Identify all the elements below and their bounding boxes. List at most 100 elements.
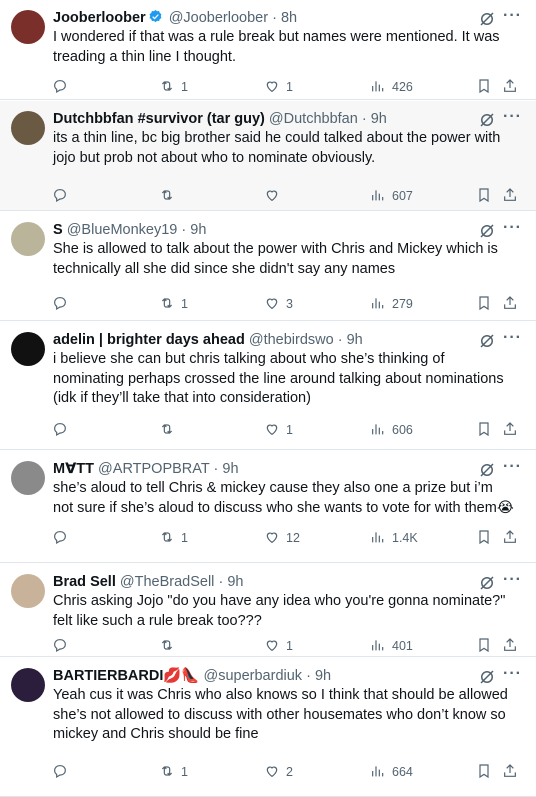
timestamp[interactable]: 9h xyxy=(190,222,206,238)
share-button[interactable] xyxy=(502,186,518,206)
views-button[interactable]: 1.4K xyxy=(370,528,418,548)
avatar[interactable] xyxy=(11,668,45,702)
retweet-button[interactable]: 1 xyxy=(159,762,188,782)
grok-icon[interactable] xyxy=(478,461,496,479)
timestamp[interactable]: 9h xyxy=(227,574,243,590)
tweet[interactable]: S @BlueMonkey19 · 9h ··· She is allowed … xyxy=(0,212,536,321)
avatar[interactable] xyxy=(11,10,45,44)
views-button[interactable]: 607 xyxy=(370,186,413,206)
retweet-button[interactable]: 1 xyxy=(159,77,188,97)
more-icon[interactable]: ··· xyxy=(503,7,522,25)
like-count: 12 xyxy=(286,531,300,545)
display-name[interactable]: adelin | brighter days ahead xyxy=(53,332,245,348)
like-button[interactable] xyxy=(264,186,286,206)
tweet-actions: 607 xyxy=(48,186,518,206)
user-handle[interactable]: @superbardiuk xyxy=(204,668,303,684)
bookmark-button[interactable] xyxy=(476,762,492,782)
timestamp[interactable]: 9h xyxy=(347,332,363,348)
more-icon[interactable]: ··· xyxy=(503,329,522,347)
reply-button[interactable] xyxy=(52,420,74,440)
share-icon xyxy=(502,78,518,97)
reply-button[interactable] xyxy=(52,294,74,314)
display-name[interactable]: Dutchbbfan #survivor (tar guy) xyxy=(53,111,265,127)
tweet[interactable]: Brad Sell @TheBradSell · 9h ··· Chris as… xyxy=(0,564,536,657)
views-button[interactable]: 401 xyxy=(370,636,413,656)
bookmark-button[interactable] xyxy=(476,77,492,97)
user-handle[interactable]: @TheBradSell xyxy=(120,574,215,590)
retweet-button[interactable]: 1 xyxy=(159,294,188,314)
bookmark-button[interactable] xyxy=(476,420,492,440)
share-button[interactable] xyxy=(502,294,518,314)
timestamp[interactable]: 9h xyxy=(315,668,331,684)
tweet[interactable]: M∀TT @ARTPOPBRAT · 9h ··· she’s aloud to… xyxy=(0,451,536,563)
timestamp[interactable]: 9h xyxy=(371,111,387,127)
share-button[interactable] xyxy=(502,762,518,782)
more-icon[interactable]: ··· xyxy=(503,571,522,589)
display-name[interactable]: S xyxy=(53,222,63,238)
like-button[interactable]: 2 xyxy=(264,762,293,782)
more-icon[interactable]: ··· xyxy=(503,665,522,683)
bookmark-button[interactable] xyxy=(476,294,492,314)
retweet-button[interactable] xyxy=(159,420,181,440)
tweet[interactable]: Jooberloober @Jooberloober · 8h ··· I wo… xyxy=(0,0,536,100)
display-name[interactable]: BARTIERBARDI💋👠 xyxy=(53,668,199,684)
grok-icon[interactable] xyxy=(478,332,496,350)
bookmark-button[interactable] xyxy=(476,528,492,548)
timestamp[interactable]: 8h xyxy=(281,10,297,26)
user-handle[interactable]: @Jooberloober xyxy=(169,10,268,26)
retweet-icon xyxy=(159,295,175,314)
views-icon xyxy=(370,763,386,782)
avatar[interactable] xyxy=(11,222,45,256)
tweet[interactable]: Dutchbbfan #survivor (tar guy) @Dutchbbf… xyxy=(0,101,536,211)
bookmark-button[interactable] xyxy=(476,636,492,656)
timestamp[interactable]: 9h xyxy=(222,461,238,477)
more-icon[interactable]: ··· xyxy=(503,219,522,237)
share-button[interactable] xyxy=(502,636,518,656)
reply-button[interactable] xyxy=(52,762,74,782)
tweet[interactable]: BARTIERBARDI💋👠 @superbardiuk · 9h ··· Ye… xyxy=(0,658,536,797)
views-button[interactable]: 664 xyxy=(370,762,413,782)
share-button[interactable] xyxy=(502,528,518,548)
user-handle[interactable]: @ARTPOPBRAT xyxy=(98,461,209,477)
display-name[interactable]: M∀TT xyxy=(53,461,94,477)
display-name[interactable]: Brad Sell xyxy=(53,574,116,590)
like-button[interactable]: 1 xyxy=(264,420,293,440)
reply-button[interactable] xyxy=(52,77,74,97)
avatar[interactable] xyxy=(11,111,45,145)
reply-button[interactable] xyxy=(52,186,74,206)
retweet-button[interactable]: 1 xyxy=(159,528,188,548)
reply-button[interactable] xyxy=(52,636,74,656)
views-button[interactable]: 426 xyxy=(370,77,413,97)
grok-icon[interactable] xyxy=(478,111,496,129)
bookmark-icon xyxy=(476,529,492,548)
share-button[interactable] xyxy=(502,420,518,440)
avatar[interactable] xyxy=(11,332,45,366)
grok-icon[interactable] xyxy=(478,574,496,592)
retweet-button[interactable] xyxy=(159,186,181,206)
reply-button[interactable] xyxy=(52,528,74,548)
separator-dot: · xyxy=(337,332,343,348)
grok-icon[interactable] xyxy=(478,10,496,28)
user-handle[interactable]: @Dutchbbfan xyxy=(269,111,358,127)
grok-icon[interactable] xyxy=(478,222,496,240)
more-icon[interactable]: ··· xyxy=(503,458,522,476)
user-handle[interactable]: @thebirdswo xyxy=(249,332,334,348)
like-button[interactable]: 1 xyxy=(264,636,293,656)
retweet-button[interactable] xyxy=(159,636,181,656)
more-icon[interactable]: ··· xyxy=(503,108,522,126)
bookmark-button[interactable] xyxy=(476,186,492,206)
avatar[interactable] xyxy=(11,461,45,495)
like-button[interactable]: 1 xyxy=(264,77,293,97)
views-button[interactable]: 279 xyxy=(370,294,413,314)
like-button[interactable]: 3 xyxy=(264,294,293,314)
user-handle[interactable]: @BlueMonkey19 xyxy=(67,222,178,238)
display-name[interactable]: Jooberloober xyxy=(53,10,146,26)
views-icon xyxy=(370,637,386,656)
avatar[interactable] xyxy=(11,574,45,608)
like-count: 1 xyxy=(286,80,293,94)
share-button[interactable] xyxy=(502,77,518,97)
like-button[interactable]: 12 xyxy=(264,528,300,548)
grok-icon[interactable] xyxy=(478,668,496,686)
tweet[interactable]: adelin | brighter days ahead @thebirdswo… xyxy=(0,322,536,450)
views-button[interactable]: 606 xyxy=(370,420,413,440)
